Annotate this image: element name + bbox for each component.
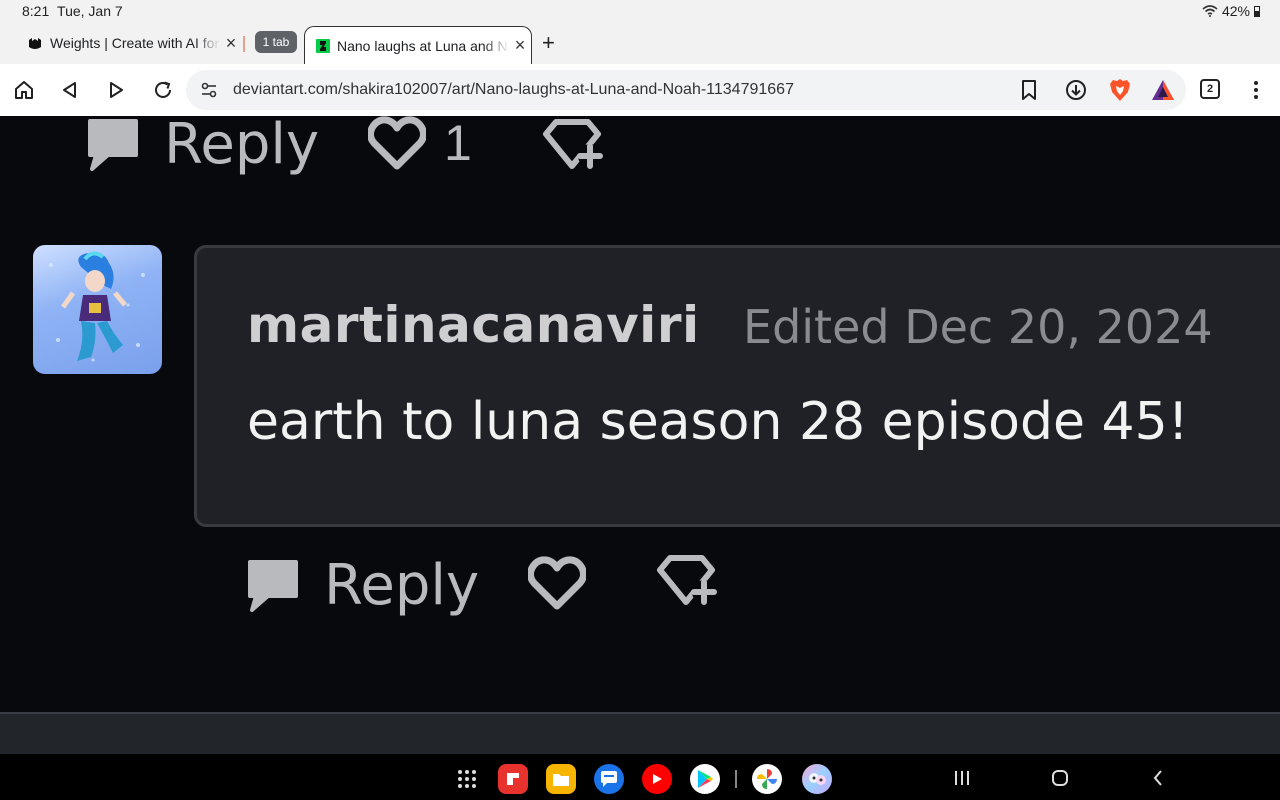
dock-divider <box>735 770 737 788</box>
status-bar: 8:21 Tue, Jan 7 42% <box>0 0 1280 22</box>
back-nav-icon[interactable] <box>1146 766 1170 790</box>
tab-group-chip[interactable]: 1 tab <box>255 31 297 53</box>
recent-apps-icon[interactable] <box>950 766 974 790</box>
avatar-image <box>49 251 145 362</box>
status-time: 8:21 Tue, Jan 7 <box>22 3 123 19</box>
comment-edited-date: Edited Dec 20, 2024 <box>743 300 1213 354</box>
comment-username[interactable]: martinacanaviri <box>247 296 700 354</box>
brave-shields-icon[interactable] <box>1108 78 1132 102</box>
heart-icon <box>368 116 426 170</box>
award-gem-plus-icon <box>657 555 717 605</box>
bookmark-icon[interactable] <box>1017 78 1041 102</box>
tab-deviantart[interactable]: Nano laughs at Luna and Noah × <box>304 26 532 64</box>
photos-icon[interactable] <box>752 764 782 794</box>
brave-rewards-icon[interactable] <box>1151 78 1175 102</box>
tab-divider <box>243 36 245 52</box>
reply-bubble-icon <box>248 559 298 612</box>
forward-icon[interactable] <box>104 78 128 102</box>
download-icon[interactable] <box>1064 78 1088 102</box>
award-gem-plus-icon <box>543 119 603 169</box>
youtube-icon[interactable] <box>642 764 672 794</box>
menu-icon[interactable] <box>1244 78 1268 102</box>
tabs-icon[interactable]: 2 <box>1200 79 1220 99</box>
browser-toolbar: deviantart.com/shakira102007/art/Nano-la… <box>0 64 1280 116</box>
deviantart-favicon-icon <box>316 38 330 53</box>
comment-card: martinacanaviri Edited Dec 20, 2024 eart… <box>194 245 1280 527</box>
tab-title: Weights | Create with AI for F <box>50 35 220 51</box>
top-like-button[interactable]: 1 <box>368 116 472 172</box>
tab-strip: Weights | Create with AI for F × 1 tab N… <box>0 22 1280 64</box>
messages-icon[interactable] <box>594 764 624 794</box>
site-settings-icon[interactable] <box>197 78 221 102</box>
game-icon[interactable] <box>802 764 832 794</box>
heart-icon <box>528 556 586 610</box>
status-right: 42% <box>1202 3 1260 19</box>
apps-grid-icon[interactable] <box>452 764 482 794</box>
close-tab-icon[interactable]: × <box>509 35 531 56</box>
comment-text: earth to luna season 28 episode 45! <box>247 392 1189 452</box>
avatar[interactable] <box>33 245 162 374</box>
reply-label: Reply <box>164 116 320 177</box>
home-icon[interactable] <box>12 78 36 102</box>
address-bar[interactable]: deviantart.com/shakira102007/art/Nano-la… <box>186 70 1186 110</box>
reply-label: Reply <box>324 553 480 618</box>
close-tab-icon[interactable]: × <box>220 33 242 54</box>
reply-button[interactable]: Reply <box>246 553 479 618</box>
bottom-panel <box>0 712 1280 754</box>
files-icon[interactable] <box>546 764 576 794</box>
url-text[interactable]: deviantart.com/shakira102007/art/Nano-la… <box>233 81 794 99</box>
like-count: 1 <box>444 116 472 171</box>
battery-percent: 42% <box>1221 3 1250 19</box>
award-button[interactable] <box>656 554 720 610</box>
back-icon[interactable] <box>58 78 82 102</box>
wifi-icon <box>1202 5 1218 17</box>
page-content: Reply 1 martinacanaviri Edited Dec 20, 2… <box>0 116 1280 712</box>
battery-icon <box>1254 5 1260 17</box>
play-store-icon[interactable] <box>690 764 720 794</box>
reload-icon[interactable] <box>151 78 175 102</box>
home-nav-icon[interactable] <box>1048 766 1072 790</box>
top-award-button[interactable] <box>542 118 606 174</box>
tab-weights[interactable]: Weights | Create with AI for F × <box>16 30 242 56</box>
system-nav-bar <box>0 754 1280 800</box>
new-tab-button[interactable]: + <box>542 30 555 56</box>
top-reply-button[interactable]: Reply <box>86 116 319 177</box>
like-button[interactable] <box>528 556 586 610</box>
tab-title: Nano laughs at Luna and Noah <box>337 37 509 54</box>
weights-favicon-icon <box>28 36 42 50</box>
reply-bubble-icon <box>88 118 138 171</box>
flipboard-icon[interactable] <box>498 764 528 794</box>
